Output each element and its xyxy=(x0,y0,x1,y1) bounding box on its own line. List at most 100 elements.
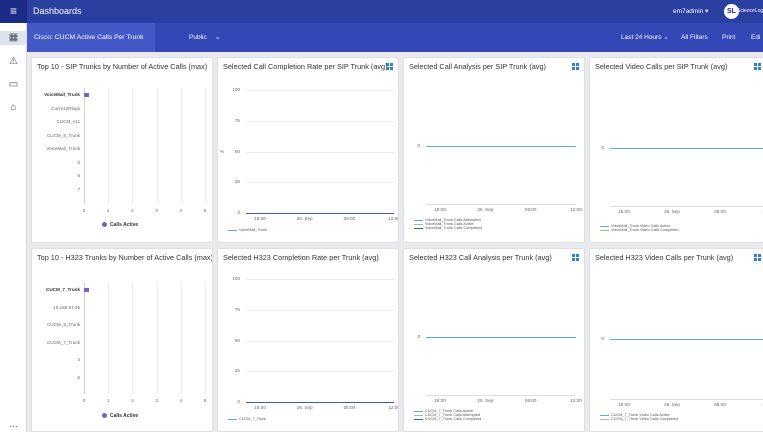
legend-swatch xyxy=(414,227,423,229)
y-tick-label: 75 xyxy=(234,306,240,312)
all-filters-button[interactable]: All Filters xyxy=(681,23,708,52)
y-tick-label: 0 xyxy=(601,336,604,341)
series-line xyxy=(426,146,576,147)
top-bar: Dashboards em7admin ▾ SL ScienceLogic xyxy=(27,0,763,23)
grid-icon[interactable] xyxy=(754,63,762,70)
bar xyxy=(84,305,85,310)
series-line xyxy=(246,402,394,403)
x-tick-label: 06:00 xyxy=(343,216,356,221)
grid-line xyxy=(108,283,110,394)
widget-title: Selected H323 Call Analysis per Trunk (a… xyxy=(409,253,552,262)
x-tick-label: 06:00 xyxy=(524,398,537,403)
series-line xyxy=(426,337,576,338)
grid-line xyxy=(246,120,394,122)
page-title: Dashboards xyxy=(33,6,82,16)
x-tick-label: 18:00 xyxy=(618,209,630,214)
y-tick-label: 0 xyxy=(417,334,420,339)
bar xyxy=(84,288,89,292)
grid-icon[interactable] xyxy=(754,254,762,261)
legend-dot-icon xyxy=(102,222,107,228)
visibility-label: Public xyxy=(189,34,207,41)
x-axis-line xyxy=(426,395,576,396)
y-tick-label: 50 xyxy=(234,337,240,343)
widget-title: Selected Video Calls per SIP Trunk (avg) xyxy=(595,62,728,71)
bar xyxy=(84,340,85,345)
left-nav-rail: ≡ ▦ ⚠ ▭ ⌂ ... xyxy=(0,0,27,432)
grid-line xyxy=(156,283,158,394)
visibility-dropdown[interactable]: Public ⌄ xyxy=(189,23,221,52)
chart-legend: Calls Active xyxy=(102,222,138,228)
x-tick-label: 06:00 xyxy=(524,207,537,212)
y-tick-label: 0 xyxy=(237,210,240,215)
x-tick-label: 12:00 xyxy=(570,207,582,212)
legend-label: VoiceMail_Trunk Calls Completed xyxy=(425,226,482,231)
x-tick-label: 06:00 xyxy=(714,209,726,214)
widget-title: Selected Call Analysis per SIP Trunk (av… xyxy=(409,62,546,71)
dashboard-icon[interactable]: ▦ xyxy=(0,31,27,45)
legend-swatch xyxy=(414,223,423,225)
y-tick-label: 100 xyxy=(232,276,240,281)
bar-label: 4 xyxy=(77,357,80,362)
menu-icon[interactable]: ≡ xyxy=(0,0,27,23)
grid-line xyxy=(180,88,182,204)
grid-icon[interactable] xyxy=(572,63,580,70)
bar xyxy=(84,375,85,380)
print-button[interactable]: Print xyxy=(722,23,735,52)
device-icon[interactable]: ▭ xyxy=(0,78,27,92)
grid-line xyxy=(246,151,394,153)
legend-swatch xyxy=(414,414,423,416)
bar xyxy=(84,147,85,151)
chevron-down-icon: ⌄ xyxy=(214,34,221,41)
grid-line xyxy=(246,182,394,184)
legend-item: VoiceMail_Trunk Video Calls Completed xyxy=(600,228,679,232)
x-tick-label: 26. Sep xyxy=(296,405,313,410)
grid-line xyxy=(246,340,394,342)
alert-icon[interactable]: ⚠ xyxy=(0,55,27,69)
x-tick-label: 0 xyxy=(82,208,86,213)
widget-h323-call-analysis: Selected H323 Call Analysis per Trunk (a… xyxy=(403,248,585,432)
widget-title: Selected H323 Video Calls per Trunk (avg… xyxy=(595,253,734,262)
x-tick-label: 26. Sep xyxy=(296,216,313,221)
widget-h323-completion-rate: Selected H323 Completion Rate per Trunk … xyxy=(217,248,399,432)
x-tick-label: 4 xyxy=(179,398,183,403)
grid-line xyxy=(246,90,394,91)
legend-swatch xyxy=(600,418,609,420)
x-tick-label: 12:00 xyxy=(388,216,399,221)
bar-label: 10.168.57.35 xyxy=(53,304,80,310)
x-tick-label: 26. Sep xyxy=(477,207,494,212)
x-tick-label: 5 xyxy=(203,208,207,213)
building-icon[interactable]: ⌂ xyxy=(0,101,27,115)
time-range-dropdown[interactable]: Last 24 Hours ⌄ xyxy=(621,23,669,52)
bar-label: CUCM_8_Trunk xyxy=(46,322,80,327)
x-tick-label: 4 xyxy=(179,208,183,213)
legend-swatch xyxy=(414,410,423,412)
x-tick-label: 18:00 xyxy=(618,402,630,407)
x-tick-label: 1 xyxy=(106,398,110,403)
bar-label: VoiceMail_Trunk xyxy=(46,146,80,151)
grid-line xyxy=(205,88,206,204)
grid-icon[interactable] xyxy=(386,63,394,70)
bar-label: CUCM_7_Trunk xyxy=(46,287,80,292)
widget-sip-top10: Top 10 - SIP Trunks by Number of Active … xyxy=(31,57,213,243)
x-tick-label: 18:00 xyxy=(434,207,446,212)
grid-line xyxy=(132,283,134,394)
x-tick-label: 1 xyxy=(106,208,110,213)
grid-line xyxy=(246,279,394,280)
legend-label: CUCM_7_Trunk Calls Completed xyxy=(425,417,482,422)
grid-line xyxy=(180,283,182,394)
more-icon[interactable]: ... xyxy=(0,418,27,432)
edit-button[interactable]: Edi xyxy=(751,23,760,52)
y-tick-label: 25 xyxy=(234,179,240,185)
bar xyxy=(84,358,85,362)
user-menu[interactable]: em7admin ▾ xyxy=(673,0,708,23)
x-tick-label: 12:00 xyxy=(388,405,399,410)
grid-icon[interactable] xyxy=(572,254,580,261)
x-tick-label: 12:00 xyxy=(756,209,763,214)
widget-h323-video-calls: Selected H323 Video Calls per Trunk (avg… xyxy=(589,248,763,432)
x-tick-label: 18:00 xyxy=(254,405,266,410)
dashboard-selector[interactable]: Cisco: CUCM Active Calls Per Trunk xyxy=(27,23,155,52)
bar xyxy=(84,174,85,178)
widget-title: Top 10 - H323 Trunks by Number of Active… xyxy=(37,253,213,262)
x-tick-label: 18:00 xyxy=(434,398,446,403)
x-tick-label: 2 xyxy=(131,208,134,213)
